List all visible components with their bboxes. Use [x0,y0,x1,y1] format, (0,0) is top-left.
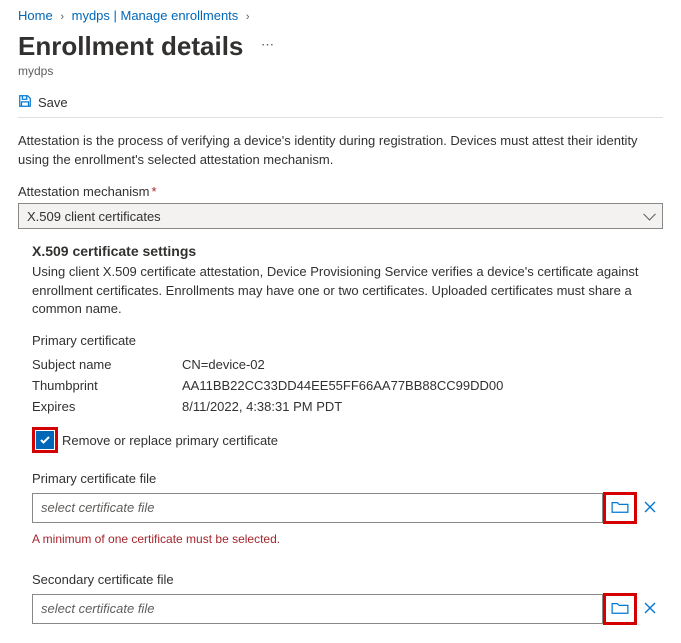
table-row: Thumbprint AA11BB22CC33DD44EE55FF66AA77B… [32,375,663,396]
expires-key: Expires [32,399,182,414]
clear-secondary-button[interactable] [637,599,663,620]
highlight-box [603,593,637,625]
subject-name-key: Subject name [32,357,182,372]
primary-file-input[interactable]: select certificate file [32,493,603,523]
table-row: Expires 8/11/2022, 4:38:31 PM PDT [32,396,663,417]
save-button[interactable]: Save [18,88,663,118]
remove-primary-checkbox[interactable] [36,431,54,449]
breadcrumb-path[interactable]: mydps | Manage enrollments [72,8,239,23]
x509-description: Using client X.509 certificate attestati… [32,263,663,320]
primary-file-error: A minimum of one certificate must be sel… [32,532,663,546]
primary-cert-label: Primary certificate [32,333,663,348]
folder-icon [611,601,629,618]
attestation-select[interactable]: X.509 client certificates [18,203,663,229]
page-subtitle: mydps [18,64,663,78]
chevron-right-icon: › [242,11,254,23]
browse-secondary-button[interactable] [611,601,629,618]
chevron-right-icon: › [56,11,68,23]
thumbprint-value: AA11BB22CC33DD44EE55FF66AA77BB88CC99DD00 [182,378,663,393]
x509-heading: X.509 certificate settings [32,243,663,259]
subject-name-value: CN=device-02 [182,357,663,372]
thumbprint-key: Thumbprint [32,378,182,393]
table-row: Subject name CN=device-02 [32,354,663,375]
secondary-file-input[interactable]: select certificate file [32,594,603,624]
close-icon [643,498,657,519]
attestation-label: Attestation mechanism* [18,184,663,199]
browse-primary-button[interactable] [611,500,629,517]
folder-icon [611,500,629,517]
required-indicator: * [150,184,157,199]
primary-file-label: Primary certificate file [32,471,663,486]
close-icon [643,599,657,620]
save-label: Save [38,95,68,110]
clear-primary-button[interactable] [637,498,663,519]
page-title: Enrollment details [18,31,243,62]
intro-text: Attestation is the process of verifying … [18,132,663,170]
highlight-box [32,427,58,453]
more-button[interactable]: ⋯ [247,37,276,52]
secondary-file-label: Secondary certificate file [32,572,663,587]
breadcrumb: Home › mydps | Manage enrollments › [18,0,663,27]
highlight-box [603,492,637,524]
save-icon [18,94,32,111]
expires-value: 8/11/2022, 4:38:31 PM PDT [182,399,663,414]
breadcrumb-home[interactable]: Home [18,8,53,23]
remove-primary-label: Remove or replace primary certificate [58,433,278,448]
